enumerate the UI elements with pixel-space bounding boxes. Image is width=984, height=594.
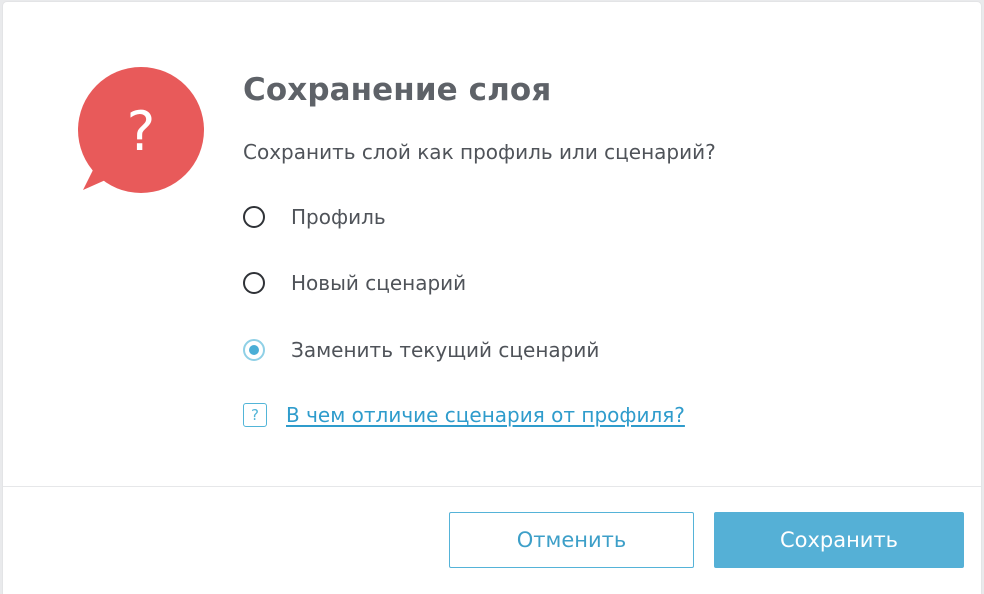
- cancel-button[interactable]: Отменить: [449, 512, 694, 568]
- radio-new-scenario[interactable]: [243, 272, 265, 294]
- option-profile[interactable]: Профиль: [243, 202, 386, 232]
- option-new-scenario-label: Новый сценарий: [291, 271, 467, 295]
- dialog-title: Сохранение слоя: [243, 72, 552, 108]
- option-profile-label: Профиль: [291, 205, 386, 229]
- save-button[interactable]: Сохранить: [714, 512, 964, 568]
- option-new-scenario[interactable]: Новый сценарий: [243, 268, 466, 298]
- footer-divider: [3, 486, 981, 487]
- option-replace-scenario-label: Заменить текущий сценарий: [291, 338, 600, 362]
- radio-replace-scenario[interactable]: [243, 339, 265, 361]
- help-link[interactable]: ? В чем отличие сценария от профиля?: [243, 401, 685, 429]
- option-replace-scenario[interactable]: Заменить текущий сценарий: [243, 335, 599, 365]
- question-bubble-icon: ?: [78, 67, 204, 193]
- dialog-question: Сохранить слой как профиль или сценарий?: [243, 140, 716, 164]
- help-question-icon: ?: [243, 403, 267, 427]
- save-layer-dialog: ? Сохранение слоя Сохранить слой как про…: [3, 2, 981, 594]
- svg-text:?: ?: [127, 100, 156, 163]
- help-link-text[interactable]: В чем отличие сценария от профиля?: [286, 403, 685, 427]
- radio-profile[interactable]: [243, 206, 265, 228]
